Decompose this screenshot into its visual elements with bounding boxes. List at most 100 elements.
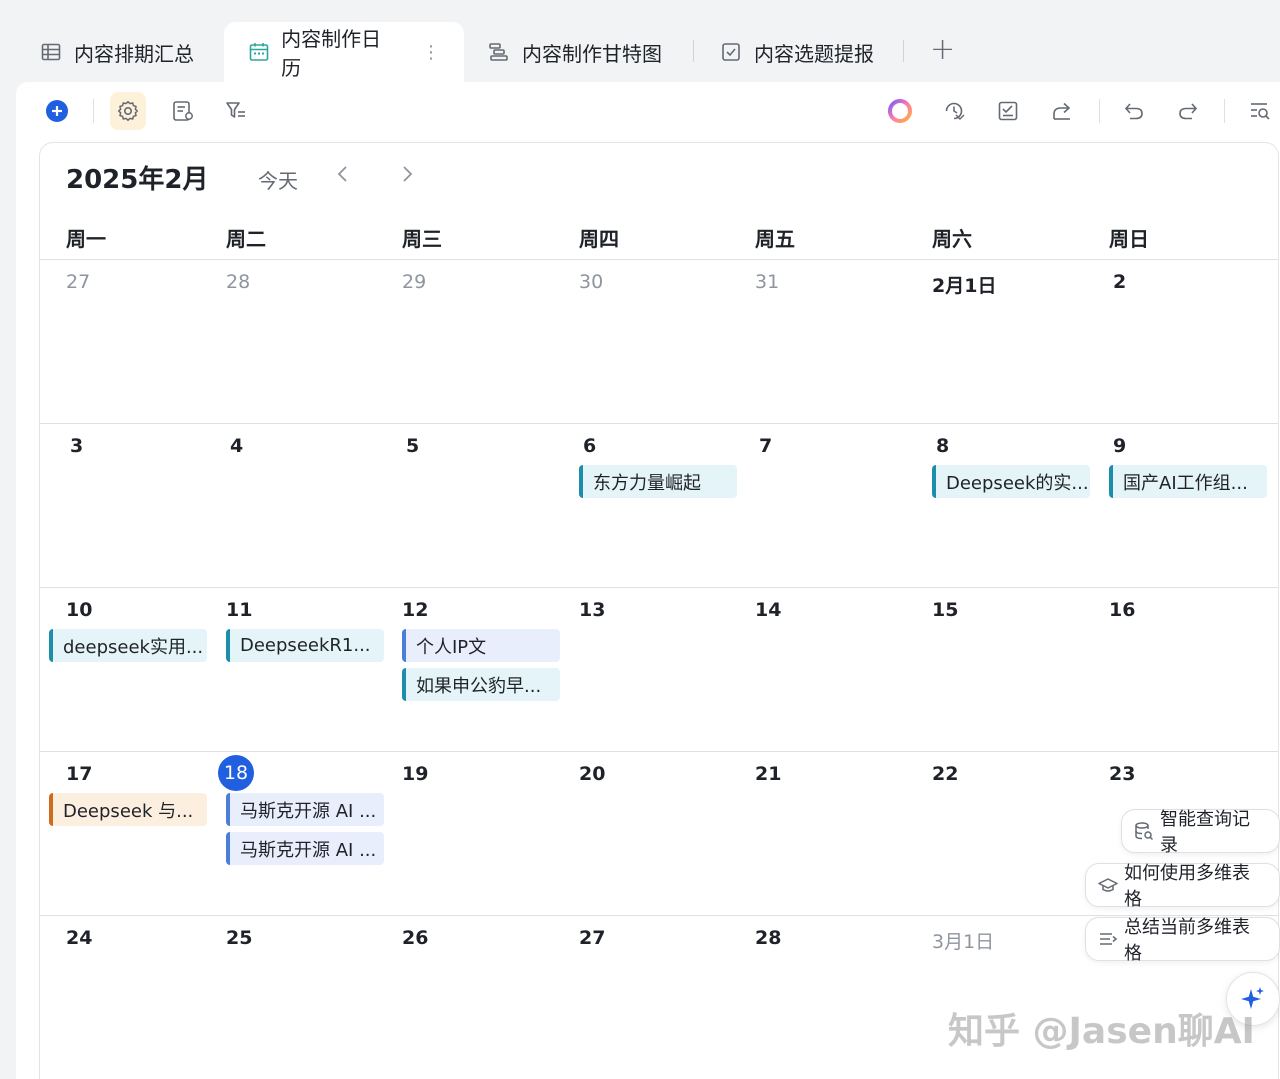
header-divider bbox=[40, 259, 1278, 260]
day-cell-date[interactable]: 4 bbox=[230, 435, 243, 457]
day-cell-date[interactable]: 17 bbox=[66, 763, 92, 785]
db-search-icon bbox=[1134, 821, 1154, 841]
view-settings-button[interactable] bbox=[110, 92, 146, 130]
day-cell-date[interactable]: 28 bbox=[226, 271, 250, 293]
day-cell-date[interactable]: 30 bbox=[579, 271, 603, 293]
tab-divider bbox=[693, 40, 694, 62]
undo-button[interactable] bbox=[1116, 92, 1152, 130]
tab-content-gantt[interactable]: 内容制作甘特图 bbox=[488, 22, 662, 82]
day-cell-date[interactable]: 5 bbox=[406, 435, 419, 457]
day-cell-date[interactable]: 27 bbox=[66, 271, 90, 293]
day-cell-date[interactable]: 12 bbox=[402, 599, 428, 621]
task-check-button[interactable] bbox=[990, 92, 1026, 130]
settings-gear-icon bbox=[117, 100, 139, 122]
table-grid-icon bbox=[40, 41, 62, 63]
day-cell-date[interactable]: 7 bbox=[759, 435, 772, 457]
toolbar-divider bbox=[1224, 99, 1225, 123]
tab-label: 内容制作甘特图 bbox=[522, 41, 662, 66]
calendar-event[interactable]: 马斯克开源 AI ... bbox=[226, 832, 384, 865]
ai-assistant-button[interactable] bbox=[882, 92, 918, 130]
weekday-header-tue: 周二 bbox=[226, 227, 266, 251]
check-list-icon bbox=[998, 101, 1018, 121]
calendar-event[interactable]: Deepseek 与... bbox=[49, 793, 207, 826]
tab-more-menu-icon[interactable]: ⋮ bbox=[422, 42, 440, 63]
day-cell-date[interactable]: 16 bbox=[1109, 599, 1135, 621]
summary-lines-icon bbox=[1098, 929, 1118, 949]
day-cell-date-today[interactable]: 18 bbox=[218, 755, 254, 791]
tab-divider bbox=[903, 40, 904, 62]
ai-orb-icon bbox=[888, 99, 912, 123]
day-cell-date[interactable]: 20 bbox=[579, 763, 605, 785]
toolbar-divider bbox=[1099, 99, 1100, 123]
form-checkbox-icon bbox=[720, 41, 742, 63]
calendar-event[interactable]: 个人IP文 bbox=[402, 629, 560, 662]
add-view-button[interactable]: + bbox=[930, 32, 955, 68]
weekday-header-wed: 周三 bbox=[402, 227, 442, 251]
ai-suggestion-smart-query[interactable]: 智能查询记录 bbox=[1121, 809, 1280, 856]
tab-content-production-calendar[interactable]: 内容制作日历 ⋮ bbox=[224, 22, 464, 82]
day-cell-date[interactable]: 24 bbox=[66, 927, 92, 949]
weekday-header-fri: 周五 bbox=[755, 227, 795, 251]
calendar-event[interactable]: 马斯克开源 AI ... bbox=[226, 793, 384, 826]
tab-label: 内容选题提报 bbox=[754, 41, 874, 66]
field-config-button[interactable] bbox=[165, 92, 201, 130]
day-cell-date[interactable]: 28 bbox=[755, 927, 781, 949]
prev-month-button[interactable] bbox=[336, 163, 350, 191]
ai-suggestion-how-to-use[interactable]: 如何使用多维表格 bbox=[1085, 863, 1280, 910]
day-cell-date[interactable]: 19 bbox=[402, 763, 428, 785]
add-record-button[interactable] bbox=[39, 92, 75, 130]
tab-content-topic-submission[interactable]: 内容选题提报 bbox=[720, 22, 874, 82]
chevron-left-icon bbox=[337, 166, 347, 182]
day-cell-date[interactable]: 31 bbox=[755, 271, 779, 293]
day-cell-date[interactable]: 9 bbox=[1113, 435, 1126, 457]
day-cell-date[interactable]: 25 bbox=[226, 927, 252, 949]
day-cell-date[interactable]: 10 bbox=[66, 599, 92, 621]
view-tab-bar: 内容排期汇总 内容制作日历 ⋮ 内容制作甘特图 内容选题提报 + bbox=[0, 0, 1280, 82]
next-month-button[interactable] bbox=[400, 163, 414, 191]
calendar-event[interactable]: deepseek实用... bbox=[49, 629, 207, 662]
undo-icon bbox=[1124, 103, 1143, 120]
search-records-button[interactable] bbox=[1242, 92, 1278, 130]
day-cell-date[interactable]: 27 bbox=[579, 927, 605, 949]
field-config-icon bbox=[173, 101, 193, 121]
week-divider bbox=[40, 915, 1278, 916]
calendar-event[interactable]: 东方力量崛起 bbox=[579, 465, 737, 498]
weekday-header-thu: 周四 bbox=[579, 227, 619, 251]
calendar-event[interactable]: 如果申公豹早... bbox=[402, 668, 560, 701]
weekday-header-mon: 周一 bbox=[66, 227, 106, 251]
day-cell-date[interactable]: 23 bbox=[1109, 763, 1135, 785]
today-button[interactable]: 今天 bbox=[258, 165, 298, 194]
calendar-month-title: 2025年2月 bbox=[66, 165, 209, 195]
history-icon bbox=[945, 102, 965, 120]
add-record-icon bbox=[46, 100, 68, 122]
day-cell-date[interactable]: 13 bbox=[579, 599, 605, 621]
tab-content-schedule-summary[interactable]: 内容排期汇总 bbox=[40, 22, 194, 82]
week-divider bbox=[40, 423, 1278, 424]
day-cell-date[interactable]: 15 bbox=[932, 599, 958, 621]
calendar-event[interactable]: Deepseek的实... bbox=[932, 465, 1090, 498]
day-cell-date[interactable]: 29 bbox=[402, 271, 426, 293]
calendar-event[interactable]: 国产AI工作组... bbox=[1109, 465, 1267, 498]
day-cell-date[interactable]: 2 bbox=[1113, 271, 1126, 293]
calendar-icon bbox=[248, 41, 269, 63]
history-button[interactable] bbox=[936, 92, 972, 130]
filter-button[interactable] bbox=[218, 92, 254, 130]
day-cell-date[interactable]: 2月1日 bbox=[932, 271, 996, 298]
weekday-header-sat: 周六 bbox=[932, 227, 972, 251]
day-cell-date[interactable]: 6 bbox=[583, 435, 596, 457]
day-cell-date[interactable]: 11 bbox=[226, 599, 252, 621]
day-cell-date[interactable]: 3 bbox=[70, 435, 83, 457]
watermark-text: 知乎 @Jasen聊AI bbox=[948, 1011, 1255, 1052]
toolbar-divider bbox=[93, 99, 94, 123]
day-cell-date[interactable]: 26 bbox=[402, 927, 428, 949]
day-cell-date[interactable]: 8 bbox=[936, 435, 949, 457]
day-cell-date[interactable]: 21 bbox=[755, 763, 781, 785]
share-button[interactable] bbox=[1044, 92, 1080, 130]
calendar-event[interactable]: DeepseekR1... bbox=[226, 629, 384, 662]
ai-suggestion-summarize[interactable]: 总结当前多维表格 bbox=[1085, 917, 1280, 964]
day-cell-date[interactable]: 3月1日 bbox=[932, 927, 994, 954]
day-cell-date[interactable]: 22 bbox=[932, 763, 958, 785]
redo-button[interactable] bbox=[1170, 92, 1206, 130]
day-cell-date[interactable]: 14 bbox=[755, 599, 781, 621]
share-icon bbox=[1053, 102, 1071, 120]
